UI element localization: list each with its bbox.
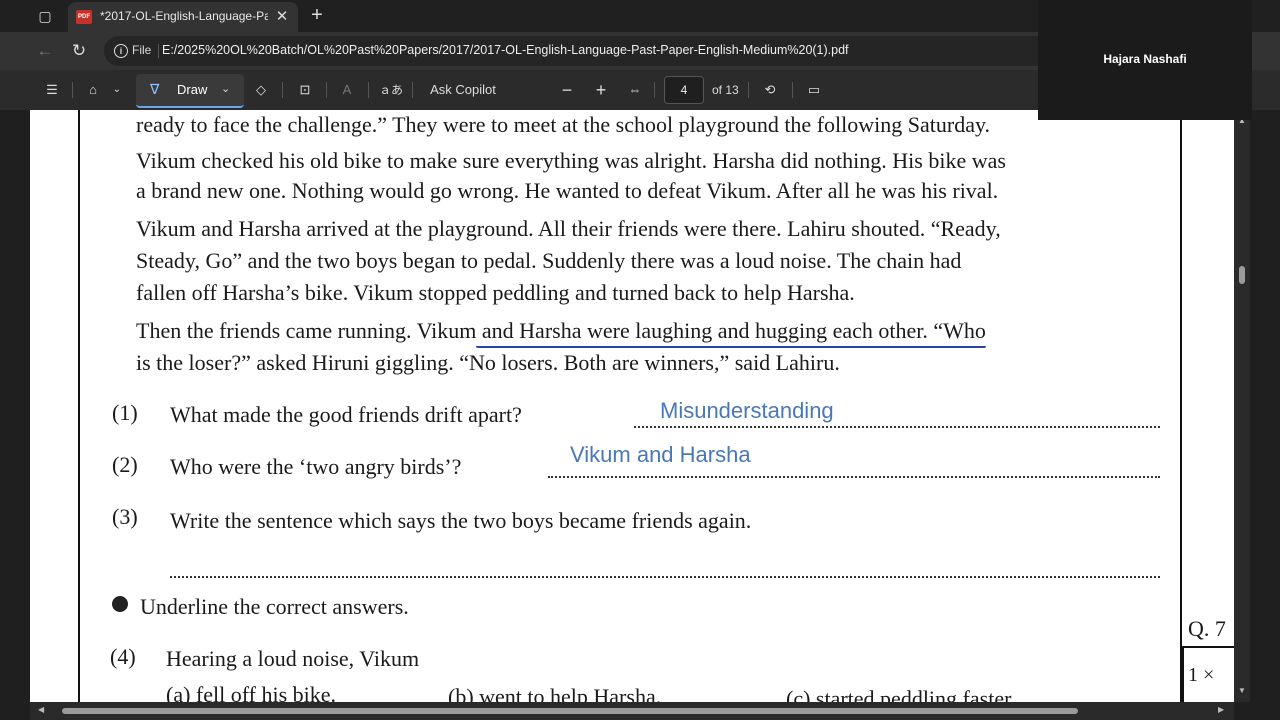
refresh-icon[interactable]: ↻ (68, 40, 90, 62)
read-aloud-icon[interactable]: A (336, 78, 358, 102)
back-icon[interactable]: ← (34, 40, 56, 62)
passage-line: Vikum and Harsha arrived at the playgrou… (136, 216, 1001, 241)
scroll-thumb[interactable] (62, 708, 1078, 714)
bullet-icon (112, 596, 128, 612)
question-text: Who were the ‘two angry birds’? (170, 454, 462, 479)
chevron-down-icon[interactable]: ⌄ (108, 78, 126, 102)
text-box-icon[interactable]: ⊡ (294, 78, 316, 102)
tab-title: *2017-OL-English-Language-Past-Paper-Eng… (100, 9, 268, 23)
answer-text: Vikum and Harsha (570, 442, 751, 467)
scroll-down-icon[interactable]: ▼ (1237, 686, 1247, 695)
toolbar-divider (282, 82, 283, 98)
question-number: (3) (112, 504, 138, 529)
participant-tile: Hajara Nashafi (1038, 0, 1252, 120)
zoom-in-icon[interactable]: + (590, 78, 612, 102)
answer-line (548, 476, 1160, 478)
answer-line (170, 576, 1160, 578)
left-margin (0, 110, 30, 720)
participant-name: Hajara Nashafi (1103, 52, 1187, 66)
translate-icon[interactable]: ａあ (378, 78, 404, 102)
passage-line: ready to face the challenge.” They were … (136, 112, 991, 137)
question-number: (4) (110, 644, 136, 669)
close-icon[interactable]: ✕ (272, 7, 292, 27)
scroll-left-icon[interactable]: ◀ (38, 705, 44, 714)
browser-tab[interactable]: PDF *2017-OL-English-Language-Past-Paper… (68, 2, 298, 32)
question-text: Write the sentence which says the two bo… (170, 508, 752, 533)
rotate-icon[interactable]: ⟲ (758, 78, 782, 102)
toolbar-divider (748, 82, 749, 98)
eraser-icon[interactable]: ◇ (250, 78, 272, 102)
page-view-icon[interactable]: ▭ (802, 78, 826, 102)
toolbar-divider (412, 82, 413, 98)
scroll-thumb[interactable] (1239, 266, 1245, 284)
question-number: (1) (112, 400, 138, 425)
new-tab-icon[interactable]: + (306, 4, 328, 26)
question-margin-label: Q. 7 (1188, 616, 1226, 641)
tab-actions-icon[interactable]: ▢ (36, 7, 54, 25)
ask-copilot-button[interactable]: Ask Copilot (422, 78, 504, 102)
chevron-down-icon[interactable]: ⌄ (221, 82, 230, 95)
passage-line: is the loser?” asked Hiruni giggling. “N… (136, 350, 840, 375)
instruction-text: Underline the correct answers. (140, 594, 409, 619)
option-c: (c) started peddling faster. (786, 686, 1016, 702)
info-icon[interactable]: i (114, 44, 128, 58)
draw-label: Draw (177, 82, 208, 97)
option-a: (a) fell off his bike. (166, 682, 337, 702)
ink-underline (476, 346, 986, 348)
passage-line: Then the friends came running. Vikum and… (136, 318, 986, 343)
toolbar-divider (326, 82, 327, 98)
marks-label: 1 × (1188, 664, 1215, 686)
right-margin (1250, 110, 1280, 720)
draw-button[interactable]: ∇ Draw ⌄ (136, 74, 244, 108)
passage-line: fallen off Harsha’s bike. Vikum stopped … (136, 280, 855, 305)
page-number-input[interactable]: 4 (664, 76, 704, 104)
passage-line: Steady, Go” and the two boys began to pe… (136, 248, 962, 273)
highlight-icon[interactable]: ⌂ (82, 78, 104, 102)
question-number: (2) (112, 452, 138, 477)
horizontal-scrollbar[interactable]: ◀ ▶ (30, 702, 1234, 720)
pen-icon: ∇ (150, 81, 160, 97)
scroll-right-icon[interactable]: ▶ (1218, 705, 1224, 714)
url-text: E:/2025%20OL%20Batch/OL%20Past%20Papers/… (162, 43, 849, 57)
contents-icon[interactable]: ☰ (40, 78, 64, 102)
file-label: File (132, 43, 152, 57)
passage-line: a brand new one. Nothing would go wrong.… (136, 178, 999, 203)
toolbar-divider (368, 82, 369, 98)
answer-text: Misunderstanding (660, 398, 834, 423)
option-b: (b) went to help Harsha. (448, 684, 662, 702)
question-text: Hearing a loud noise, Vikum (166, 646, 420, 671)
zoom-out-icon[interactable]: − (556, 78, 578, 102)
fit-to-width-icon[interactable]: ⇔ (624, 78, 646, 102)
toolbar-divider (792, 82, 793, 98)
marks-box: 1 × (1182, 646, 1234, 702)
answer-line (634, 426, 1160, 428)
question-text: What made the good friends drift apart? (170, 402, 522, 427)
pdf-icon: PDF (76, 10, 92, 24)
url-divider (158, 44, 159, 58)
pdf-viewport[interactable]: ready to face the challenge.” They were … (30, 110, 1234, 702)
page-total: of 13 (712, 83, 739, 97)
toolbar-divider (72, 82, 73, 98)
toolbar-divider (654, 82, 655, 98)
passage-line: Vikum checked his old bike to make sure … (136, 148, 1006, 173)
vertical-scrollbar[interactable]: ▲ ▼ (1234, 110, 1250, 702)
